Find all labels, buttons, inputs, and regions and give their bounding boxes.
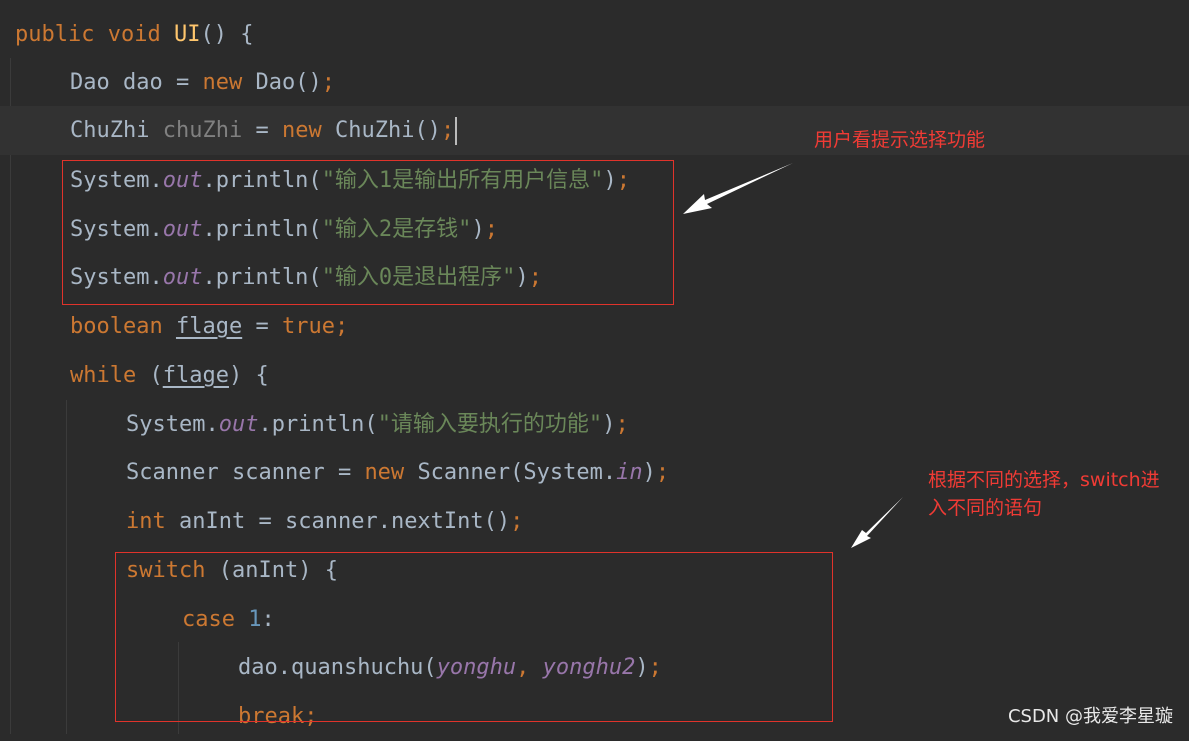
annotation-note: 用户看提示选择功能 [814,129,986,151]
static-field: in [616,460,643,485]
keyword: new [202,70,243,95]
unused-variable: chuZhi [162,118,243,143]
method-name: UI [173,22,201,47]
code-line[interactable]: public void UI() { [15,10,1189,59]
code-text: () { [200,22,254,47]
keyword: void [107,22,161,47]
operator: = [176,70,190,95]
type-name: Scanner [126,460,219,485]
code-text: System. [126,412,219,437]
type-name: ChuZhi [70,118,150,143]
semicolon: ; [440,118,455,143]
keyword: boolean [70,314,163,339]
keyword: int [126,509,166,534]
keyword: new [281,118,322,143]
string-literal: "请输入要执行的功能" [377,412,603,437]
variable: flage [162,363,229,388]
type-name: Dao [70,70,110,95]
code-text: Dao() [255,70,322,95]
code-text: scanner.nextInt() [284,509,511,534]
code-text: ) { [228,363,269,388]
indent-guide [10,58,11,734]
code-line[interactable]: while (flage) { [70,351,1189,400]
code-text: .println( [258,412,378,437]
operator: = [255,118,269,143]
highlight-box [62,160,674,305]
variable: scanner [231,460,325,485]
current-code-line[interactable]: ChuZhi chuZhi = new ChuZhi(); [0,106,1189,155]
code-text: Scanner(System. [417,460,617,485]
semicolon: ; [655,460,670,485]
variable: dao [123,70,163,95]
code-text: ) [602,412,616,437]
variable: anInt [179,509,246,534]
static-field: out [218,412,259,437]
code-line[interactable]: Dao dao = new Dao(); [70,58,1189,107]
text-caret [455,117,458,145]
code-line[interactable]: System.out.println("请输入要执行的功能"); [126,400,1189,449]
operator: = [255,314,269,339]
annotation-line: 入不同的语句 [928,497,1043,519]
annotation-line: 根据不同的选择，switch进 [928,469,1160,491]
variable: flage [175,314,243,339]
operator: = [337,460,352,485]
annotation-note: 根据不同的选择，switch进 入不同的语句 [928,466,1178,522]
keyword: while [70,363,137,388]
keyword: new [364,460,405,485]
semicolon: ; [615,412,629,437]
code-text: ) [642,460,656,485]
watermark: CSDN @我爱李星璇 [1007,706,1173,727]
keyword: public [15,22,95,47]
semicolon: ; [510,509,524,534]
code-text: ( [149,363,163,388]
highlight-box [115,552,833,722]
code-text: ChuZhi() [334,118,441,143]
semicolon: ; [321,70,335,95]
indent-guide [66,400,67,734]
semicolon: ; [334,314,349,339]
operator: = [258,509,272,534]
code-line[interactable]: boolean flage = true; [70,302,1189,351]
keyword: true [281,314,335,339]
